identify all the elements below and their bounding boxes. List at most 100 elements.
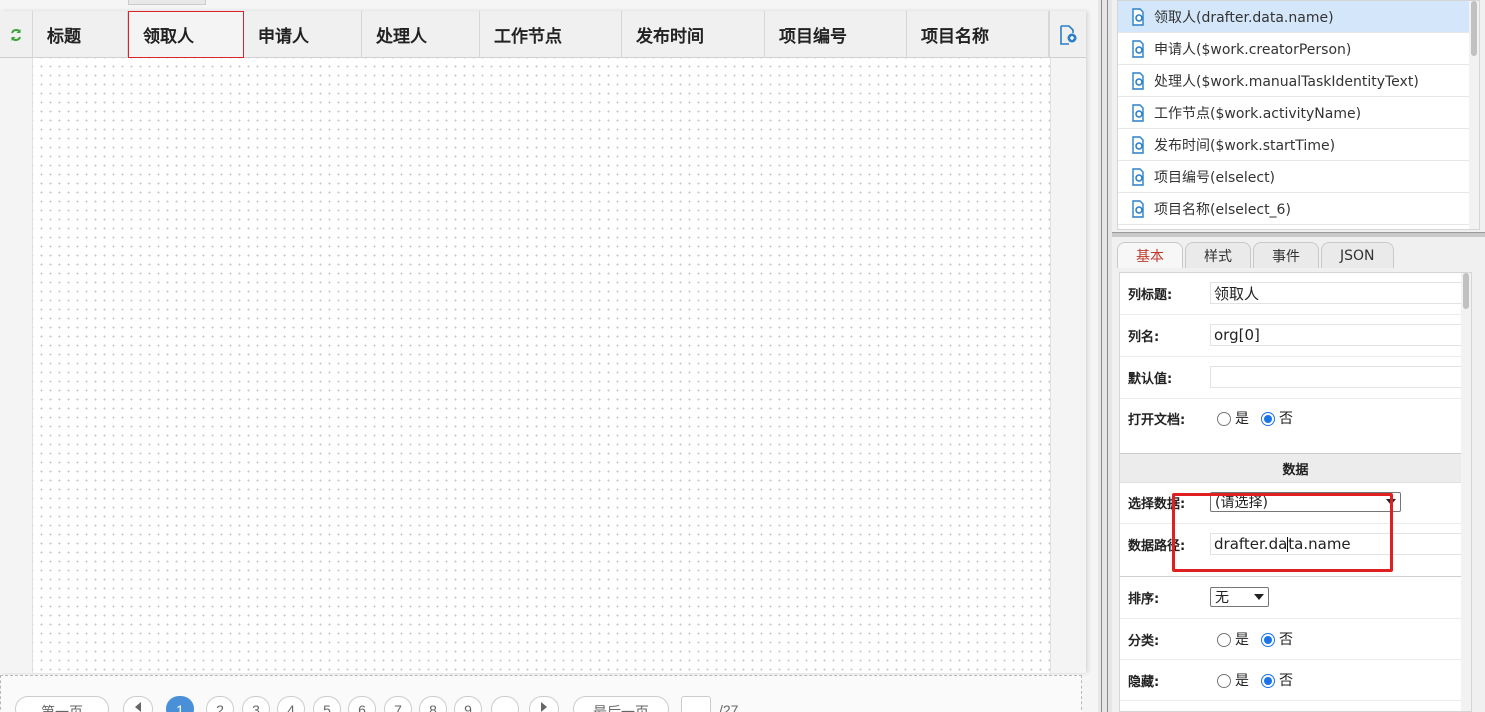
refresh-button[interactable]: [0, 11, 33, 58]
category-yes-radio[interactable]: [1217, 633, 1231, 647]
radio-no-label: 否: [1279, 632, 1293, 648]
tree-item[interactable]: 项目名称(elselect_6): [1118, 193, 1479, 225]
column-icon: [1132, 71, 1144, 90]
row-sort: 排序: 无: [1120, 587, 1471, 607]
next-page-button[interactable]: [529, 696, 559, 712]
toolbar-strip: [128, 0, 206, 5]
tree-item-label: 发布时间($work.startTime): [1154, 137, 1336, 154]
property-tabs: 基本 样式 事件 JSON: [1117, 241, 1480, 268]
tree-scrollbar[interactable]: [1469, 1, 1479, 229]
radio-no-label: 否: [1279, 673, 1293, 689]
row-hidden: 隐藏: 是 否: [1120, 670, 1471, 690]
select-data-label: 选择数据:: [1128, 496, 1186, 512]
app-root: 标题 领取人 申请人 处理人 工作节点 发布时间 项目编号 项目名称 第一页 1…: [0, 0, 1485, 712]
sort-dropdown[interactable]: 无: [1210, 587, 1269, 607]
panel-divider[interactable]: [1112, 232, 1485, 237]
page-button-2[interactable]: 2: [206, 696, 234, 712]
column-receiver[interactable]: 领取人: [128, 11, 244, 58]
tab-style[interactable]: 样式: [1185, 242, 1251, 268]
tree-item-label: 申请人($work.creatorPerson): [1154, 41, 1352, 58]
property-scrollbar[interactable]: [1461, 273, 1471, 711]
column-icon: [1132, 39, 1144, 58]
column-name-label: 列名:: [1128, 329, 1160, 345]
row-open-document: 打开文档: 是 否: [1120, 408, 1471, 428]
prev-page-button[interactable]: [123, 696, 153, 712]
radio-yes-label: 是: [1235, 632, 1249, 648]
panel-splitter[interactable]: [1098, 0, 1112, 712]
first-page-button[interactable]: 第一页: [15, 696, 109, 712]
column-title[interactable]: 标题: [33, 11, 128, 58]
property-panel: 领取人(drafter.data.name) 申请人($work.creator…: [1112, 0, 1485, 712]
tree-item[interactable]: 工作节点($work.activityName): [1118, 97, 1479, 129]
page-button-9[interactable]: 9: [454, 696, 482, 712]
row-select-data: 选择数据: (请选择): [1120, 492, 1471, 512]
column-icon: [1132, 103, 1144, 122]
tab-json[interactable]: JSON: [1321, 242, 1394, 268]
column-name-input[interactable]: org[0]: [1210, 324, 1465, 346]
page-button-7[interactable]: 7: [384, 696, 412, 712]
column-tree: 领取人(drafter.data.name) 申请人($work.creator…: [1117, 0, 1480, 230]
right-gutter: [1050, 58, 1086, 673]
tree-item[interactable]: 申请人($work.creatorPerson): [1118, 33, 1479, 65]
tree-item[interactable]: 领取人(drafter.data.name): [1118, 1, 1479, 33]
column-activity[interactable]: 工作节点: [480, 11, 622, 58]
prev-icon: [135, 702, 141, 712]
data-path-text-b: ta.name: [1288, 535, 1351, 553]
radio-yes-label: 是: [1235, 673, 1249, 689]
tree-item-label: 项目编号(elselect): [1154, 169, 1276, 186]
open-document-label: 打开文档:: [1128, 412, 1186, 428]
open-document-no-radio[interactable]: [1261, 412, 1275, 426]
column-project-no[interactable]: 项目编号: [765, 11, 907, 58]
hidden-no-radio[interactable]: [1261, 674, 1275, 688]
radio-yes-label: 是: [1235, 411, 1249, 427]
category-no-radio[interactable]: [1261, 633, 1275, 647]
hidden-label: 隐藏:: [1128, 674, 1160, 690]
tree-item[interactable]: 发布时间($work.startTime): [1118, 129, 1479, 161]
page-button-8[interactable]: 8: [419, 696, 447, 712]
data-path-input[interactable]: drafter.da ta.name: [1210, 533, 1465, 555]
page-button-4[interactable]: 4: [277, 696, 305, 712]
last-page-button[interactable]: 最后一页: [573, 696, 669, 712]
column-header-row: 标题 领取人 申请人 处理人 工作节点 发布时间 项目编号 项目名称: [0, 11, 1086, 58]
page-total: /27: [719, 702, 739, 712]
category-label: 分类:: [1128, 633, 1160, 649]
tab-basic[interactable]: 基本: [1117, 242, 1183, 268]
tree-item[interactable]: 处理人($work.manualTaskIdentityText): [1118, 65, 1479, 97]
row-default-value: 默认值:: [1120, 366, 1471, 388]
column-start-time[interactable]: 发布时间: [622, 11, 765, 58]
add-column-button[interactable]: [1049, 11, 1086, 58]
hidden-yes-radio[interactable]: [1217, 674, 1231, 688]
add-column-icon: [1060, 24, 1077, 45]
view-canvas: 标题 领取人 申请人 处理人 工作节点 发布时间 项目编号 项目名称: [0, 11, 1086, 673]
column-project-name[interactable]: 项目名称: [907, 11, 1049, 58]
page-button-3[interactable]: 3: [242, 696, 270, 712]
column-handler[interactable]: 处理人: [362, 11, 480, 58]
tree-item-label: 处理人($work.manualTaskIdentityText): [1154, 73, 1419, 90]
page-jump-input[interactable]: [681, 696, 711, 712]
select-data-dropdown[interactable]: (请选择): [1210, 492, 1401, 512]
row-data-path: 数据路径: drafter.da ta.name: [1120, 533, 1471, 555]
page-button-1[interactable]: 1: [166, 696, 194, 712]
page-button-5[interactable]: 5: [313, 696, 341, 712]
default-value-label: 默认值:: [1128, 371, 1173, 387]
view-designer: 标题 领取人 申请人 处理人 工作节点 发布时间 项目编号 项目名称 第一页 1…: [0, 0, 1098, 712]
data-path-label: 数据路径:: [1128, 538, 1186, 554]
refresh-icon: [11, 28, 21, 41]
tab-events[interactable]: 事件: [1253, 242, 1319, 268]
sort-value: 无: [1215, 590, 1229, 606]
column-icon: [1132, 199, 1144, 218]
chevron-down-icon: [1386, 499, 1396, 505]
pagination: 第一页 1 2 3 4 5 6 7 8 9 最后一页 /27: [0, 675, 1082, 712]
column-title-input[interactable]: 领取人: [1210, 282, 1465, 304]
open-document-yes-radio[interactable]: [1217, 412, 1231, 426]
column-applicant[interactable]: 申请人: [244, 11, 362, 58]
radio-no-label: 否: [1279, 411, 1293, 427]
page-button-6[interactable]: 6: [348, 696, 376, 712]
design-grid[interactable]: [33, 58, 1050, 673]
page-ellipsis: [491, 696, 519, 712]
next-icon: [541, 702, 547, 712]
tree-item[interactable]: 项目编号(elselect): [1118, 161, 1479, 193]
default-value-input[interactable]: [1210, 366, 1465, 388]
tree-item-label: 工作节点($work.activityName): [1154, 105, 1362, 122]
row-category: 分类: 是 否: [1120, 629, 1471, 649]
